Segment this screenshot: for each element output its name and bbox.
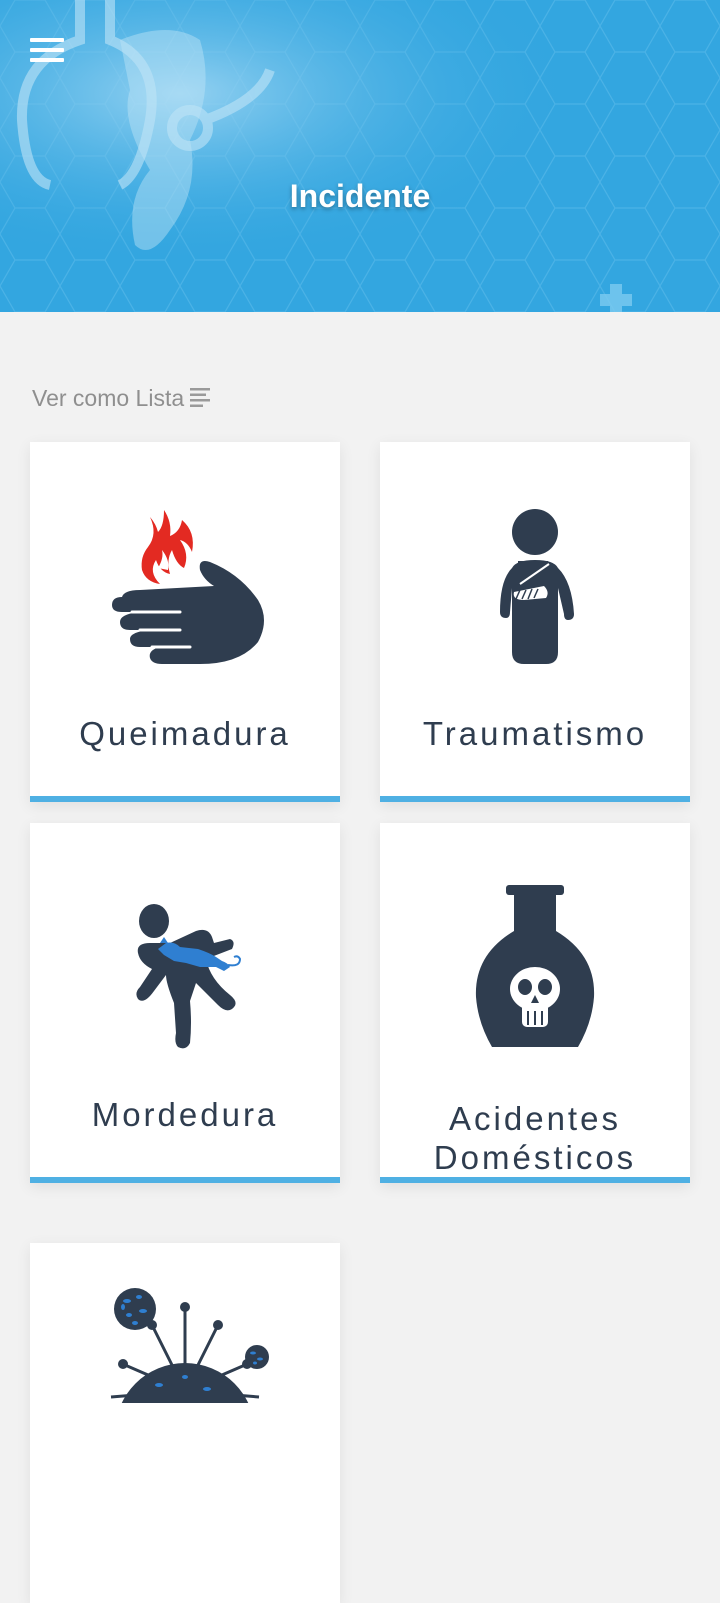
card-label-two-line: Acidentes Domésticos — [380, 1099, 690, 1177]
page-title: Incidente — [289, 178, 431, 214]
hamburger-line — [30, 48, 64, 52]
card-infeccoes[interactable] — [30, 1243, 340, 1603]
header-background-illustration — [0, 0, 720, 312]
list-lines-icon — [190, 388, 211, 407]
animal-bite-icon — [136, 904, 242, 1049]
card-acidentes-domesticos[interactable]: Acidentes Domésticos — [380, 823, 690, 1183]
view-as-list-toggle[interactable]: Ver como Lista — [32, 382, 212, 414]
hamburger-menu-icon — [30, 38, 64, 42]
card-traumatismo[interactable]: Traumatismo — [380, 442, 690, 802]
card-mordedura[interactable]: Mordedura — [30, 823, 340, 1183]
view-as-list-label: Ver como Lista — [32, 384, 185, 411]
card-label: Queimadura — [79, 715, 291, 752]
burned-hand-icon — [112, 510, 264, 664]
card-label-line2: Domésticos — [433, 1139, 637, 1176]
arm-sling-person-icon — [500, 509, 574, 664]
card-queimadura[interactable]: Queimadura — [30, 442, 340, 802]
poison-bottle-icon — [475, 885, 595, 1047]
card-label-line1: Acidentes — [449, 1100, 621, 1137]
card-label: Mordedura — [91, 1096, 279, 1133]
menu-button[interactable] — [30, 38, 64, 64]
hamburger-line — [30, 58, 64, 62]
card-label: Traumatismo — [422, 715, 648, 752]
app-header: Incidente — [0, 0, 720, 312]
virus-bacteria-icon — [110, 1288, 269, 1403]
